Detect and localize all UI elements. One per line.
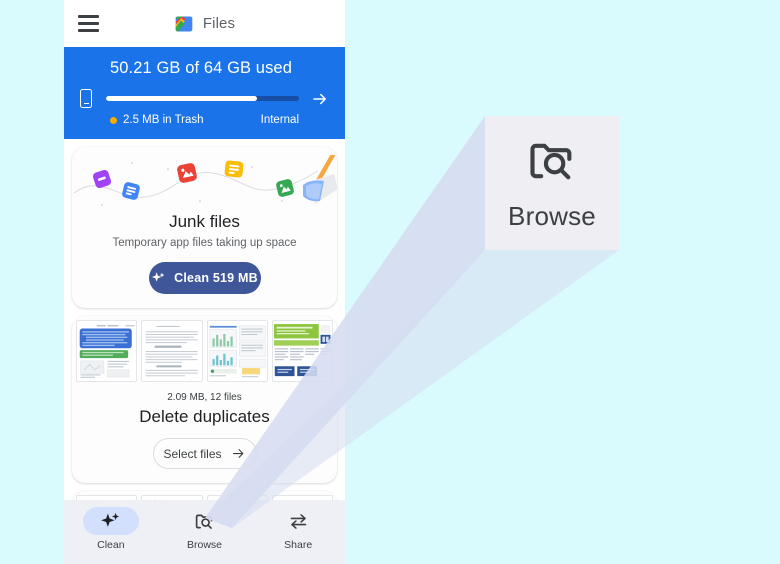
arrow-right-icon[interactable] <box>311 90 329 108</box>
junk-files-illustration <box>72 155 337 212</box>
files-logo-icon <box>175 16 193 31</box>
nav-label-share: Share <box>284 539 313 551</box>
storage-progress-fill <box>106 96 257 101</box>
nav-label-clean: Clean <box>97 539 125 551</box>
nav-pill-share <box>270 507 326 535</box>
select-files-button-label: Select files <box>163 446 222 461</box>
hamburger-menu-icon[interactable] <box>78 15 99 32</box>
bottom-navigation: Clean Browse Share <box>64 500 345 564</box>
trash-label: 2.5 MB in Trash <box>123 114 204 126</box>
delete-duplicates-card[interactable]: 2.09 MB, 12 files Delete duplicates Sele… <box>72 316 337 483</box>
app-title: Files <box>202 15 236 32</box>
sparkle-icon <box>152 271 165 282</box>
storage-location-label: Internal <box>260 114 299 126</box>
nav-item-browse[interactable]: Browse <box>158 507 252 551</box>
browse-zoom-callout: Browse <box>485 116 619 250</box>
document-thumbnail-2[interactable] <box>141 320 203 382</box>
duplicates-meta: 2.09 MB, 12 files <box>167 392 242 403</box>
nav-item-share[interactable]: Share <box>251 507 345 551</box>
select-files-button[interactable]: Select files <box>152 438 257 469</box>
trash-status: 2.5 MB in Trash <box>110 114 204 126</box>
nav-pill-browse <box>177 507 233 535</box>
junk-files-card[interactable]: Junk files Temporary app files taking up… <box>72 147 337 308</box>
app-brand: Files <box>174 14 235 34</box>
share-transfer-icon <box>290 513 306 529</box>
storage-banner[interactable]: 50.21 GB of 64 GB used 2.5 MB in Trash I… <box>64 47 345 139</box>
document-thumbnail-3[interactable] <box>206 320 268 382</box>
callout-label: Browse <box>508 200 596 231</box>
junk-card-subtitle: Temporary app files taking up space <box>112 237 297 249</box>
clean-junk-button-label: Clean 519 MB <box>174 271 258 285</box>
nav-pill-clean <box>82 507 139 535</box>
folder-search-icon <box>195 514 213 529</box>
storage-title: 50.21 GB of 64 GB used <box>110 59 292 77</box>
phone-mockup: Files 50.21 GB of 64 GB used 2.5 MB in T… <box>64 0 345 564</box>
duplicates-title: Delete duplicates <box>139 407 270 426</box>
nav-item-clean[interactable]: Clean <box>64 507 158 551</box>
sparkle-icon <box>101 512 120 527</box>
trash-dot-icon <box>110 116 117 124</box>
clean-junk-button[interactable]: Clean 519 MB <box>148 262 261 294</box>
nav-label-browse: Browse <box>187 539 223 551</box>
document-thumbnail-1[interactable] <box>76 320 138 382</box>
document-thumbnail-4[interactable] <box>271 320 333 382</box>
phone-icon <box>80 89 92 108</box>
folder-search-icon <box>530 143 572 179</box>
storage-progress-bar <box>106 96 299 101</box>
app-bar: Files <box>64 0 345 47</box>
duplicate-thumbnails <box>72 316 337 382</box>
junk-card-title: Junk files <box>169 212 240 231</box>
arrow-right-icon <box>232 449 243 458</box>
